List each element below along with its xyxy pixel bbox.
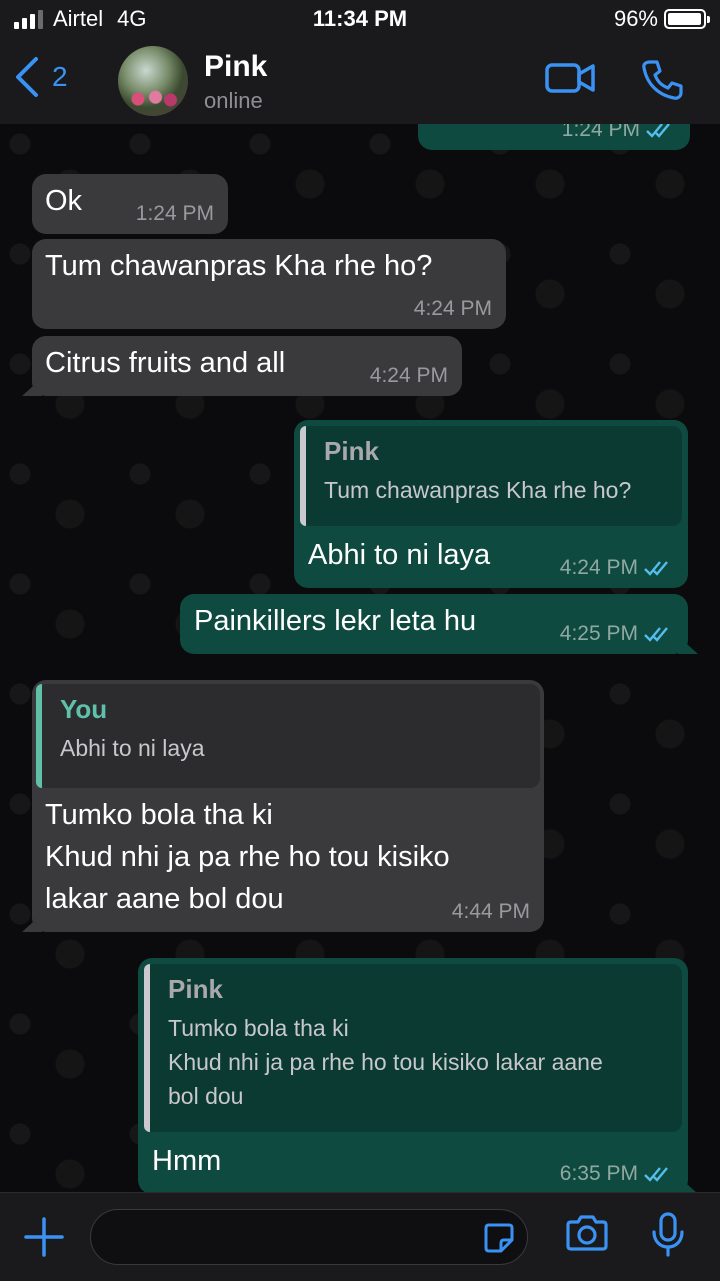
message-time: 4:24 PM — [413, 297, 492, 320]
quoted-message[interactable]: Pink Tumko bola tha ki Khud nhi ja pa rh… — [144, 964, 682, 1132]
contact-status: online — [204, 88, 263, 113]
message-text: Abhi to ni laya — [308, 539, 491, 571]
message-input-box[interactable] — [90, 1209, 528, 1265]
camera-button[interactable] — [564, 1213, 610, 1258]
message-text: Tumko bola tha ki Khud nhi ja pa rhe ho … — [45, 799, 450, 915]
message-meta: 1:24 PM — [136, 202, 214, 226]
composer-bar — [0, 1192, 720, 1281]
battery-percent: 96% — [613, 6, 658, 31]
quote-text: Tum chawanpras Kha rhe ho? — [324, 477, 632, 503]
status-right: 96% — [613, 6, 710, 32]
message-text: Tum chawanpras Kha rhe ho? — [45, 250, 433, 282]
message-bubble-incoming[interactable]: Citrus fruits and all 4:24 PM — [22, 336, 462, 396]
quoted-message[interactable]: You Abhi to ni laya — [36, 684, 540, 788]
message-bubble-outgoing[interactable]: Pink Tum chawanpras Kha rhe ho? Abhi to … — [294, 420, 688, 588]
message-bubble-incoming[interactable]: You Abhi to ni laya Tumko bola tha ki Kh… — [22, 680, 544, 932]
double-check-icon — [644, 561, 668, 576]
quote-text: Abhi to ni laya — [60, 735, 205, 761]
message-time: 4:25 PM — [559, 622, 638, 645]
quote-text: Tumko bola tha ki Khud nhi ja pa rhe ho … — [168, 1015, 603, 1109]
sticker-icon — [484, 1223, 514, 1253]
message-bubble-incoming[interactable]: Ok 1:24 PM — [32, 174, 228, 234]
message-time: 1:24 PM — [561, 124, 640, 141]
sticker-button[interactable] — [483, 1222, 515, 1259]
double-check-icon — [644, 1167, 668, 1182]
voice-call-button[interactable] — [640, 58, 684, 107]
camera-icon — [566, 1215, 608, 1251]
phone-icon — [642, 60, 683, 100]
message-bubble-incoming[interactable]: Tum chawanpras Kha rhe ho? 4:24 PM — [32, 239, 506, 329]
message-bubble-outgoing[interactable]: Painkillers lekr leta hu 4:25 PM — [180, 594, 698, 654]
message-time: 4:24 PM — [559, 556, 638, 579]
message-time: 4:24 PM — [369, 364, 448, 387]
message-time: 1:24 PM — [135, 202, 214, 225]
microphone-icon — [652, 1212, 684, 1257]
double-check-icon — [646, 124, 670, 138]
quote-author: You — [60, 694, 108, 724]
status-bar: Airtel 4G 11:34 PM 96% — [0, 0, 720, 40]
message-meta: 6:35 PM — [560, 1162, 674, 1186]
avatar[interactable] — [118, 46, 188, 116]
message-list[interactable]: Hmm 1:24 PM Ok 1:24 PM Tum chawanpras Kh… — [0, 124, 720, 1192]
message-text: Painkillers lekr leta hu — [194, 605, 477, 637]
microphone-button[interactable] — [650, 1211, 686, 1262]
message-text: Hmm — [436, 124, 505, 132]
message-meta: 4:44 PM — [452, 900, 530, 924]
message-meta: 4:24 PM — [370, 364, 448, 388]
back-button[interactable]: 2 — [14, 56, 68, 98]
quote-author: Pink — [168, 974, 223, 1004]
message-text: Hmm — [152, 1145, 222, 1177]
quoted-message[interactable]: Pink Tum chawanpras Kha rhe ho? — [300, 426, 682, 526]
back-unread-count: 2 — [52, 61, 68, 92]
message-bubble-outgoing[interactable]: Hmm 1:24 PM — [418, 124, 690, 150]
message-meta: 1:24 PM — [562, 124, 676, 142]
message-text: Citrus fruits and all — [45, 347, 286, 379]
message-meta: 4:24 PM — [414, 297, 492, 321]
quote-author: Pink — [324, 436, 379, 466]
chevron-left-icon — [16, 57, 38, 97]
chat-header: 2 Pink online — [0, 40, 720, 125]
battery-icon — [664, 9, 710, 29]
video-call-icon — [545, 63, 595, 93]
message-text: Ok — [45, 185, 83, 217]
message-meta: 4:25 PM — [560, 622, 674, 646]
attach-button[interactable] — [22, 1215, 66, 1264]
message-bubble-outgoing[interactable]: Pink Tumko bola tha ki Khud nhi ja pa rh… — [138, 958, 698, 1192]
clock: 11:34 PM — [312, 6, 408, 31]
message-time: 6:35 PM — [559, 1162, 638, 1185]
message-meta: 4:24 PM — [560, 556, 674, 580]
video-call-button[interactable] — [544, 58, 596, 103]
double-check-icon — [644, 627, 668, 642]
contact-name[interactable]: Pink — [204, 50, 267, 84]
message-time: 4:44 PM — [451, 900, 530, 923]
plus-icon — [24, 1217, 64, 1257]
message-input[interactable] — [109, 1220, 473, 1256]
